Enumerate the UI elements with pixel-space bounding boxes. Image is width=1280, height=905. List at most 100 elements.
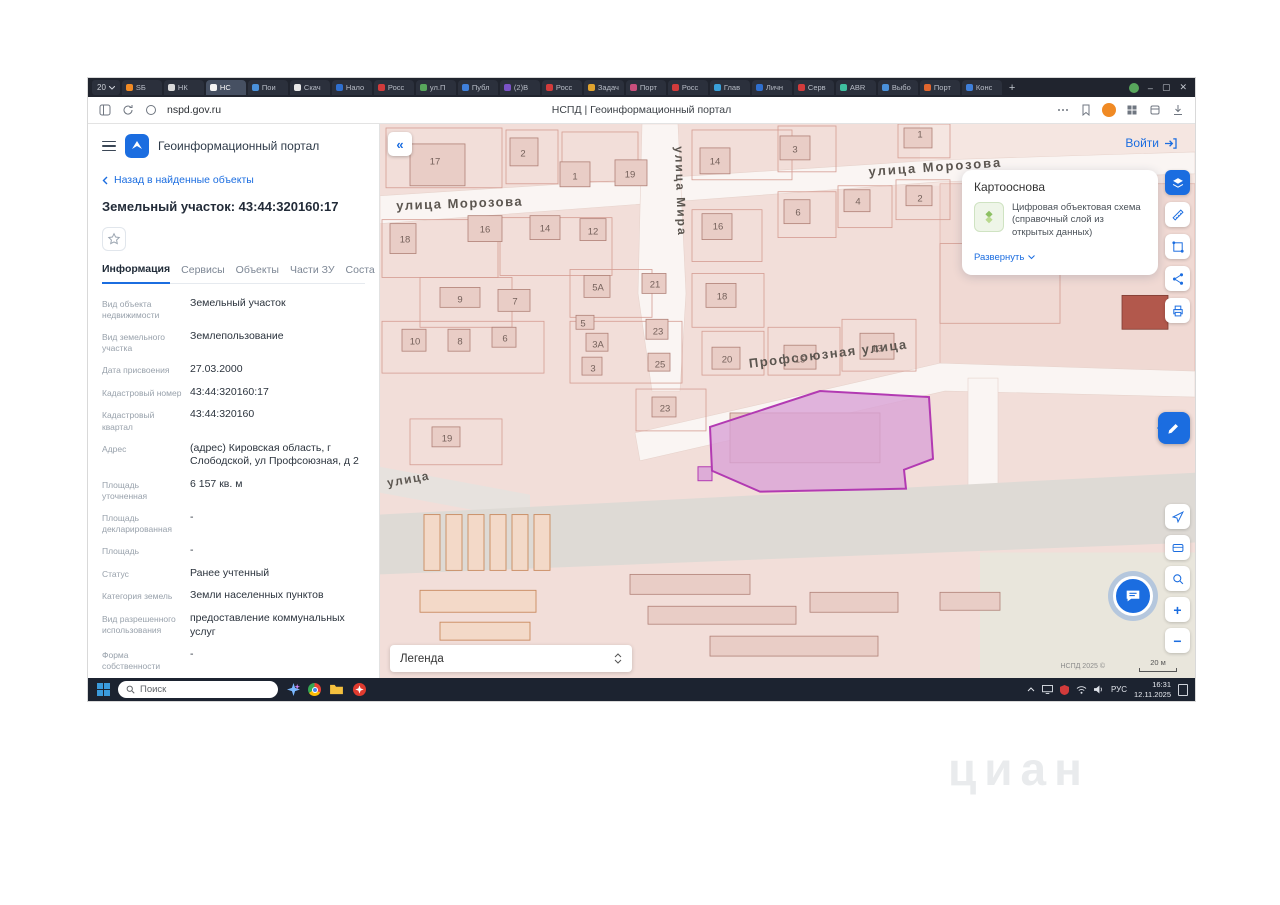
browser-tab[interactable]: Скач (290, 80, 330, 95)
language-indicator[interactable]: РУС (1111, 685, 1127, 694)
browser-tab[interactable]: Конс (962, 80, 1002, 95)
browser-tab[interactable]: Пои (248, 80, 288, 95)
field-value: (адрес) Кировская область, г Слободской,… (190, 442, 365, 469)
sidebar-tab[interactable]: Информация (102, 263, 170, 284)
new-tab-button[interactable]: + (1004, 82, 1020, 94)
draw-objects-fab[interactable] (1158, 412, 1190, 444)
site-info-icon[interactable] (144, 103, 158, 117)
maximize-button[interactable]: ▢ (1162, 82, 1171, 93)
desktop-screenshot: циан 20 SБНКНСПоиСкачНалоРоссул.ППубл(2)… (0, 0, 1280, 905)
minimize-button[interactable]: – (1148, 83, 1153, 93)
zoom-out-button[interactable]: − (1165, 628, 1190, 653)
tab-label: Порт (640, 83, 657, 92)
browser-tab[interactable]: НС (206, 80, 246, 95)
browser-tab[interactable]: Глав (710, 80, 750, 95)
legend-spinner-icon[interactable] (614, 653, 622, 664)
more-options-icon[interactable] (1056, 103, 1070, 117)
browser-tab[interactable]: Нало (332, 80, 372, 95)
security-icon[interactable] (1060, 685, 1069, 695)
star-icon (107, 232, 121, 246)
browser-tab[interactable]: Серв (794, 80, 834, 95)
field-value: - (190, 511, 365, 535)
taskbar-clock[interactable]: 16:31 12.11.2025 (1134, 680, 1171, 700)
bookmark-flag-icon[interactable] (1079, 103, 1093, 117)
close-button[interactable]: ✕ (1179, 82, 1187, 93)
browser-tab[interactable]: ABR (836, 80, 876, 95)
chat-bubble-icon (1124, 587, 1142, 605)
object-sidebar: Геоинформационный портал Назад в найденн… (88, 124, 380, 678)
browser-tab[interactable]: Порт (920, 80, 960, 95)
legend-toggle[interactable]: Легенда (390, 645, 632, 672)
locate-button[interactable] (1165, 504, 1190, 529)
measure-button[interactable] (1165, 202, 1190, 227)
browser-tab[interactable]: Порт (626, 80, 666, 95)
browser-tab[interactable]: Публ (458, 80, 498, 95)
browser-tab[interactable]: Росс (374, 80, 414, 95)
field-label: Категория земель (102, 589, 190, 603)
downloads-icon[interactable] (1171, 103, 1185, 117)
sidebar-tab[interactable]: Сервисы (181, 264, 225, 283)
sidebar-tab[interactable]: Части ЗУ (290, 264, 335, 283)
area-button[interactable] (1165, 234, 1190, 259)
panel-button[interactable] (1165, 535, 1190, 560)
network-icon[interactable] (1076, 685, 1087, 694)
favorite-button[interactable] (102, 227, 126, 251)
side-panel-icon[interactable] (98, 103, 112, 117)
profile-avatar[interactable] (1102, 103, 1116, 117)
zoom-in-button[interactable]: + (1165, 597, 1190, 622)
tab-favicon (588, 84, 595, 91)
tab-count-value: 20 (97, 83, 106, 92)
volume-icon[interactable] (1094, 685, 1104, 694)
field-label: Площадь (102, 544, 190, 558)
extensions-icon[interactable] (1125, 103, 1139, 117)
browser-tab[interactable]: Личн (752, 80, 792, 95)
field-row: Площадь уточненная6 157 кв. м (102, 478, 365, 502)
menu-icon[interactable] (102, 141, 116, 152)
system-tray: РУС 16:31 12.11.2025 (1027, 680, 1188, 700)
map-search-button[interactable] (1165, 566, 1190, 591)
chrome-browser-icon[interactable] (308, 683, 321, 696)
browser-tab[interactable]: Росс (542, 80, 582, 95)
browser-tab[interactable]: Росс (668, 80, 708, 95)
login-arrow-icon (1164, 138, 1177, 149)
browser-tab[interactable]: Выбо (878, 80, 918, 95)
tab-label: Росс (388, 83, 404, 92)
field-row: Категория земельЗемли населенных пунктов (102, 589, 365, 603)
notification-center-icon[interactable] (1178, 684, 1188, 696)
browser-profile-avatar[interactable] (1129, 83, 1139, 93)
sidebar-tab[interactable]: Объекты (236, 264, 279, 283)
map-toolbar (1165, 170, 1190, 323)
collections-icon[interactable] (1148, 103, 1162, 117)
refresh-icon[interactable] (121, 103, 135, 117)
display-icon[interactable] (1042, 685, 1053, 694)
login-button[interactable]: Войти (1125, 136, 1177, 150)
navigation-arrow-icon (1171, 510, 1185, 524)
tab-counter[interactable]: 20 (92, 80, 120, 95)
sidebar-tab[interactable]: Соста (346, 264, 375, 283)
tray-expand-icon[interactable] (1027, 687, 1035, 692)
tab-label: Нало (346, 83, 364, 92)
yandex-browser-icon[interactable] (351, 682, 367, 698)
browser-tab[interactable]: НК (164, 80, 204, 95)
start-button[interactable] (95, 682, 111, 698)
taskbar-search[interactable]: Поиск (118, 681, 278, 698)
field-row: СтатусРанее учтенный (102, 567, 365, 581)
tab-label: Выбо (892, 83, 911, 92)
browser-tab[interactable]: SБ (122, 80, 162, 95)
map-viewport[interactable]: улица Морозоваулица Морозоваулица МираПр… (380, 124, 1195, 678)
browser-tab[interactable]: (2)В (500, 80, 540, 95)
expand-link[interactable]: Развернуть (974, 252, 1035, 263)
layers-button[interactable] (1165, 170, 1190, 195)
tab-label: Пои (262, 83, 276, 92)
support-chat-fab[interactable] (1113, 576, 1153, 616)
browser-tab[interactable]: ул.П (416, 80, 456, 95)
browser-tab[interactable]: Задач (584, 80, 624, 95)
print-button[interactable] (1165, 298, 1190, 323)
file-explorer-icon[interactable] (328, 682, 344, 698)
share-button[interactable] (1165, 266, 1190, 291)
back-link[interactable]: Назад в найденные объекты (102, 174, 365, 186)
url-text[interactable]: nspd.gov.ru (167, 104, 221, 116)
sidebar-collapse-button[interactable]: « (388, 132, 412, 156)
copilot-icon[interactable] (285, 682, 301, 698)
field-row: Форма собственности- (102, 648, 365, 672)
